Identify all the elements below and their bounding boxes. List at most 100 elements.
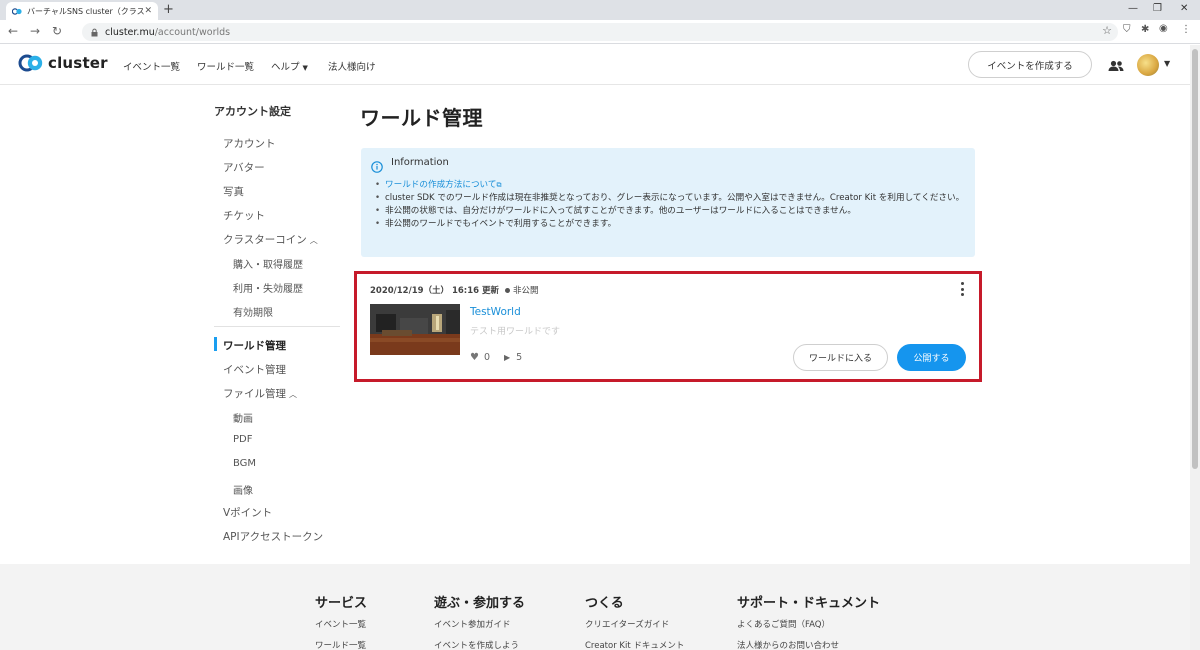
- profile-icon[interactable]: ◉: [1159, 23, 1168, 34]
- cluster-logo-icon: [18, 54, 43, 72]
- info-list-item: cluster SDK でのワールド作成は現在非推奨となっており、グレー表示にな…: [373, 192, 969, 205]
- footer-link[interactable]: イベント一覧: [315, 618, 366, 630]
- site-footer: サービス イベント一覧 ワールド一覧 遊ぶ・参加する イベント参加ガイド イベン…: [0, 564, 1190, 650]
- sidebar-title: アカウント設定: [214, 105, 291, 118]
- sidebar-item-account[interactable]: アカウント: [223, 136, 276, 151]
- external-link-icon: ⧉: [496, 181, 502, 189]
- world-creation-guide-link[interactable]: ワールドの作成方法について⧉: [385, 180, 501, 190]
- chevron-up-icon: ︿: [289, 390, 297, 399]
- footer-link[interactable]: Creator Kit ドキュメント: [585, 639, 684, 650]
- lock-icon: [90, 28, 99, 37]
- create-event-button[interactable]: イベントを作成する: [968, 51, 1092, 78]
- world-name-link[interactable]: TestWorld: [470, 306, 521, 318]
- world-stats: ♥ 0 ▶ 5: [470, 352, 522, 363]
- info-icon: [371, 158, 383, 173]
- world-description: テスト用ワールドです: [470, 327, 561, 337]
- footer-title-service: サービス: [315, 596, 368, 611]
- world-thumbnail[interactable]: [370, 304, 460, 355]
- enter-world-button[interactable]: ワールドに入る: [793, 344, 888, 371]
- sidebar-sub-bgm[interactable]: BGM: [233, 458, 256, 469]
- info-list-item: 非公開のワールドでもイベントで利用することができます。: [373, 218, 969, 231]
- footer-title-play: 遊ぶ・参加する: [434, 596, 526, 611]
- sidebar-sub-image[interactable]: 画像: [233, 482, 253, 497]
- sidebar-item-vpoint[interactable]: Vポイント: [223, 505, 272, 520]
- world-meta: 2020/12/19（土） 16:16 更新 非公開: [370, 284, 539, 296]
- sidebar-item-file-management[interactable]: ファイル管理 ︿: [223, 386, 297, 401]
- sidebar-sub-expiry[interactable]: 有効期限: [233, 304, 273, 319]
- footer-link[interactable]: クリエイターズガイド: [585, 618, 669, 630]
- cluster-logo[interactable]: cluster: [18, 54, 108, 72]
- people-icon[interactable]: [1108, 57, 1124, 76]
- active-indicator: [214, 337, 217, 351]
- footer-link[interactable]: ワールド一覧: [315, 639, 366, 650]
- sidebar-item-api-token[interactable]: APIアクセストークン: [223, 529, 323, 544]
- sidebar-divider: [214, 326, 340, 327]
- sidebar-sub-pdf[interactable]: PDF: [233, 434, 252, 445]
- nav-world-list[interactable]: ワールド一覧: [197, 59, 254, 73]
- new-tab-icon[interactable]: +: [163, 2, 174, 17]
- back-icon[interactable]: ←: [8, 24, 18, 38]
- page-title: ワールド管理: [360, 106, 483, 130]
- avatar-menu-chevron-icon[interactable]: ▼: [1164, 59, 1170, 68]
- info-list-item: 非公開の状態では、自分だけがワールドに入って試すことができます。他のユーザーはワ…: [373, 205, 969, 218]
- url-host: cluster.mu: [105, 26, 155, 38]
- logo-text: cluster: [48, 54, 108, 72]
- play-count: 5: [516, 352, 523, 363]
- tab-title: バーチャルSNS cluster（クラスター）: [27, 6, 145, 16]
- site-header: cluster イベント一覧 ワールド一覧 ヘルプ ▼ 法人様向け イベントを作…: [0, 45, 1190, 85]
- sidebar-sub-video[interactable]: 動画: [233, 410, 253, 425]
- sidebar-sub-purchase-history[interactable]: 購入・取得履歴: [233, 256, 303, 271]
- footer-link[interactable]: イベント参加ガイド: [434, 618, 511, 630]
- restore-icon[interactable]: ❐: [1153, 3, 1162, 14]
- info-list: ワールドの作成方法について⧉ cluster SDK でのワールド作成は現在非推…: [373, 179, 969, 231]
- like-count: 0: [483, 352, 491, 363]
- sidebar-sub-usage-history[interactable]: 利用・失効履歴: [233, 280, 303, 295]
- sidebar-item-cluster-coin[interactable]: クラスターコイン ︿: [223, 232, 318, 247]
- footer-title-support: サポート・ドキュメント: [737, 596, 881, 611]
- sidebar-item-photo[interactable]: 写真: [223, 184, 244, 199]
- extension-shield-icon[interactable]: ⛉: [1123, 24, 1131, 35]
- avatar[interactable]: [1137, 54, 1159, 76]
- footer-title-create: つくる: [585, 596, 624, 611]
- info-heading: Information: [391, 157, 449, 168]
- window-close-icon[interactable]: ✕: [1180, 3, 1188, 14]
- page-scrollbar[interactable]: [1190, 45, 1200, 650]
- browser-tabbar: バーチャルSNS cluster（クラスター） ✕ + — ❐ ✕: [0, 0, 1200, 20]
- more-options-icon[interactable]: [960, 282, 964, 296]
- guide-link-text: ワールドの作成方法について: [385, 180, 497, 190]
- reload-icon[interactable]: ↻: [52, 24, 62, 38]
- browser-menu-icon[interactable]: ⋮: [1181, 24, 1191, 35]
- world-updated-date: 2020/12/19（土） 16:16 更新: [370, 286, 499, 296]
- tab-close-icon[interactable]: ✕: [144, 6, 152, 16]
- bookmark-star-icon[interactable]: ☆: [1102, 24, 1112, 37]
- nav-business[interactable]: 法人様向け: [328, 59, 376, 73]
- footer-link[interactable]: 法人様からのお問い合わせ: [737, 639, 839, 650]
- minimize-icon[interactable]: —: [1128, 3, 1138, 14]
- world-card: 2020/12/19（土） 16:16 更新 非公開 TestWorld テスト用…: [354, 271, 982, 382]
- chevron-up-icon: ︿: [309, 236, 318, 245]
- info-list-item: ワールドの作成方法について⧉: [373, 179, 969, 192]
- extensions-puzzle-icon[interactable]: ✱: [1141, 24, 1149, 35]
- publish-button[interactable]: 公開する: [897, 344, 966, 371]
- forward-icon[interactable]: →: [30, 24, 40, 38]
- sidebar-item-avatar[interactable]: アバター: [223, 160, 265, 175]
- file-management-label: ファイル管理: [223, 388, 286, 400]
- status-dot-icon: [505, 287, 510, 293]
- sidebar-item-ticket[interactable]: チケット: [223, 208, 265, 223]
- nav-event-list[interactable]: イベント一覧: [123, 59, 180, 73]
- cluster-coin-label: クラスターコイン: [223, 234, 307, 246]
- nav-help[interactable]: ヘルプ ▼: [271, 59, 308, 73]
- url-path: /account/worlds: [154, 26, 231, 38]
- sidebar-item-event-management[interactable]: イベント管理: [223, 362, 286, 377]
- sidebar-item-world-management[interactable]: ワールド管理: [223, 338, 286, 353]
- heart-icon: ♥: [470, 352, 479, 363]
- footer-link[interactable]: イベントを作成しよう: [434, 639, 519, 650]
- play-icon: ▶: [504, 353, 511, 362]
- browser-toolbar: ← → ↻ cluster.mu/account/worlds ☆ ⛉ ✱ ◉ …: [0, 20, 1200, 44]
- address-bar[interactable]: cluster.mu/account/worlds ☆: [82, 23, 1118, 41]
- chevron-down-icon: ▼: [302, 64, 308, 72]
- footer-link[interactable]: よくあるご質問（FAQ）: [737, 618, 830, 630]
- browser-tab[interactable]: バーチャルSNS cluster（クラスター） ✕: [6, 2, 158, 20]
- nav-help-label: ヘルプ: [271, 62, 300, 73]
- scrollbar-thumb[interactable]: [1192, 49, 1198, 469]
